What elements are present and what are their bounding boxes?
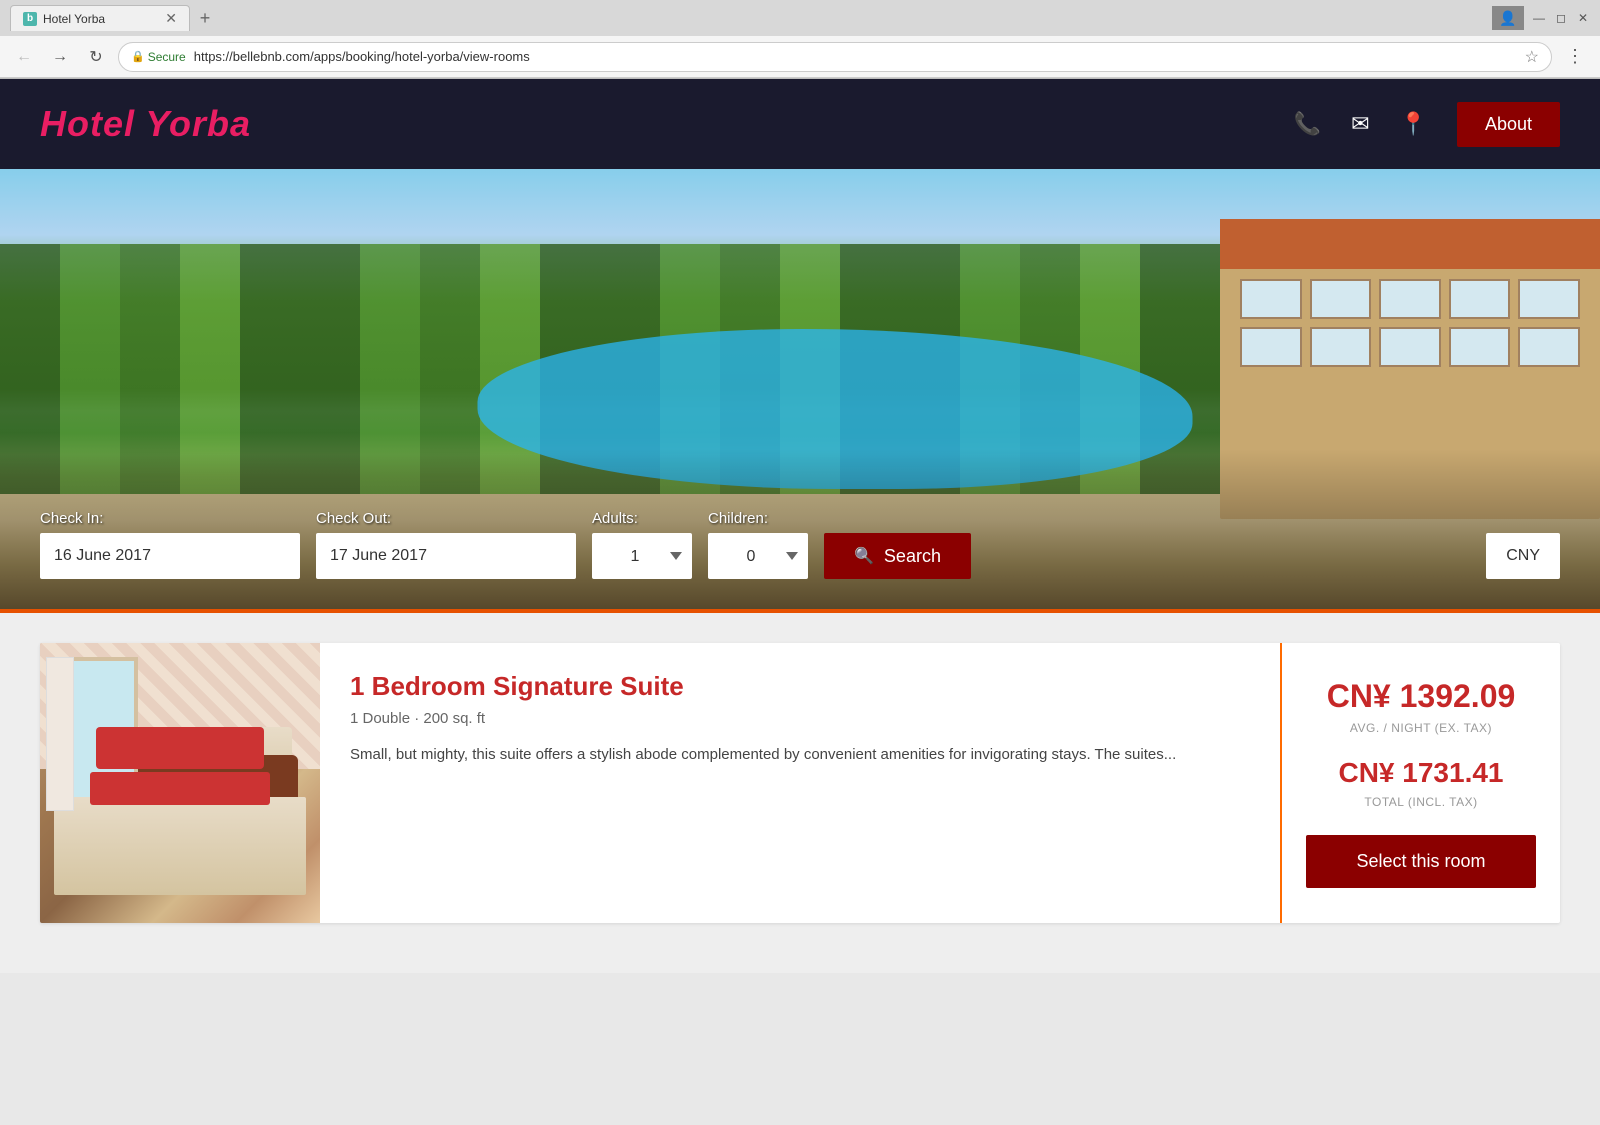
room-description: Small, but mighty, this suite offers a s…: [350, 743, 1250, 767]
children-group: Children: 0 1 2 3: [708, 510, 808, 579]
children-label: Children:: [708, 510, 808, 527]
checkout-label: Check Out:: [316, 510, 576, 527]
hero-section: Check In: Check Out: Adults: 1 2 3 4 Chi…: [0, 169, 1600, 609]
rooms-section: 1 Bedroom Signature Suite 1 Double · 200…: [0, 613, 1600, 973]
search-label: Search: [884, 546, 941, 567]
room-image-placeholder: [40, 643, 320, 923]
checkin-input[interactable]: [40, 533, 300, 579]
browser-chrome: b Hotel Yorba ✕ + 👤 — ◻ ✕ ← → ↻ 🔒 Secure…: [0, 0, 1600, 79]
secure-label: Secure: [148, 50, 186, 64]
lock-icon: 🔒: [131, 50, 145, 63]
address-bar[interactable]: 🔒 Secure https://bellebnb.com/apps/booki…: [118, 42, 1552, 72]
new-tab-button[interactable]: +: [190, 5, 220, 31]
price-per-night: CN¥ 1392.09: [1327, 678, 1516, 715]
price-total-label: TOTAL (INCL. TAX): [1364, 795, 1477, 809]
adults-label: Adults:: [592, 510, 692, 527]
checkin-label: Check In:: [40, 510, 300, 527]
bookmark-icon[interactable]: ☆: [1525, 47, 1539, 67]
browser-tab[interactable]: b Hotel Yorba ✕: [10, 5, 190, 31]
room-details: 1 Bedroom Signature Suite 1 Double · 200…: [320, 643, 1280, 923]
adults-group: Adults: 1 2 3 4: [592, 510, 692, 579]
secure-badge: 🔒 Secure: [131, 50, 186, 64]
window-controls: 👤 — ◻ ✕: [1492, 6, 1590, 30]
location-icon[interactable]: 📍: [1400, 111, 1427, 137]
room-name: 1 Bedroom Signature Suite: [350, 671, 1250, 702]
room-image: [40, 643, 320, 923]
browser-toolbar: ← → ↻ 🔒 Secure https://bellebnb.com/apps…: [0, 36, 1600, 78]
about-button[interactable]: About: [1457, 102, 1560, 147]
hotel-navigation: Hotel Yorba 📞 ✉ 📍 About: [0, 79, 1600, 169]
hotel-site: Hotel Yorba 📞 ✉ 📍 About: [0, 79, 1600, 973]
price-per-night-label: AVG. / NIGHT (EX. TAX): [1350, 721, 1492, 735]
checkout-input[interactable]: [316, 533, 576, 579]
back-button[interactable]: ←: [10, 43, 38, 71]
browser-menu-button[interactable]: ⋮: [1560, 46, 1590, 67]
search-button[interactable]: 🔍 Search: [824, 533, 971, 579]
checkin-group: Check In:: [40, 510, 300, 579]
hotel-logo: Hotel Yorba: [40, 103, 251, 145]
close-button[interactable]: ✕: [1576, 11, 1590, 25]
room-card: 1 Bedroom Signature Suite 1 Double · 200…: [40, 643, 1560, 923]
browser-titlebar: b Hotel Yorba ✕ + 👤 — ◻ ✕: [0, 0, 1600, 36]
price-total: CN¥ 1731.41: [1338, 757, 1503, 789]
mail-icon[interactable]: ✉: [1351, 111, 1369, 137]
minimize-button[interactable]: —: [1532, 11, 1546, 25]
search-icon: 🔍: [854, 546, 874, 566]
tab-favicon: b: [23, 12, 37, 26]
url-text: https://bellebnb.com/apps/booking/hotel-…: [194, 49, 530, 64]
children-select[interactable]: 0 1 2 3: [708, 533, 808, 579]
booking-form: Check In: Check Out: Adults: 1 2 3 4 Chi…: [0, 490, 1600, 609]
select-room-button[interactable]: Select this room: [1306, 835, 1536, 888]
phone-icon[interactable]: 📞: [1294, 111, 1321, 137]
tab-close-button[interactable]: ✕: [165, 10, 177, 27]
checkout-group: Check Out:: [316, 510, 576, 579]
adults-select[interactable]: 1 2 3 4: [592, 533, 692, 579]
restore-button[interactable]: ◻: [1554, 11, 1568, 25]
tab-title: Hotel Yorba: [43, 12, 105, 26]
user-icon: 👤: [1492, 6, 1524, 30]
forward-button[interactable]: →: [46, 43, 74, 71]
nav-icons: 📞 ✉ 📍 About: [1294, 102, 1560, 147]
room-pricing: CN¥ 1392.09 AVG. / NIGHT (EX. TAX) CN¥ 1…: [1280, 643, 1560, 923]
room-specs: 1 Double · 200 sq. ft: [350, 710, 1250, 727]
reload-button[interactable]: ↻: [82, 43, 110, 71]
currency-button[interactable]: CNY: [1486, 533, 1560, 579]
